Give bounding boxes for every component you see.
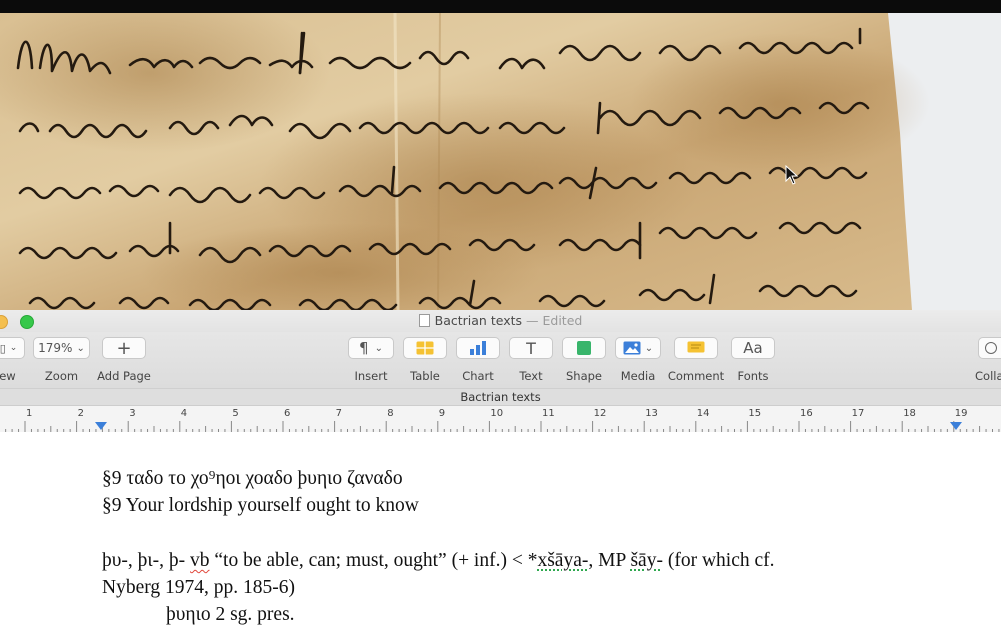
chevron-down-icon: ⌄ xyxy=(374,342,383,354)
document-icon xyxy=(418,314,430,327)
entry-reference: Nyberg 1974, pp. 185-6) xyxy=(102,577,295,598)
shape-label: Shape xyxy=(565,369,602,383)
ruler-number: 4 xyxy=(180,408,188,419)
media-label: Media xyxy=(620,369,656,383)
entry-pos: vb xyxy=(190,550,210,571)
ruler-number: 16 xyxy=(800,408,813,419)
media-icon xyxy=(623,341,641,355)
greek-line-9: §9 ταδο το χο⁹ηοι χοαδο þυηιο ζαναδο xyxy=(102,468,403,489)
manuscript-image xyxy=(0,13,1001,310)
edited-label: — Edited xyxy=(526,313,583,328)
zoom-select[interactable]: 179% ⌄ xyxy=(33,337,90,359)
entry-form: þυηιο 2 sg. pres. xyxy=(166,604,295,625)
mouse-pointer-icon xyxy=(785,165,799,185)
title-bar[interactable]: Bactrian texts — Edited xyxy=(0,310,1001,332)
add-page-button[interactable]: + xyxy=(102,337,146,359)
comment-button[interactable] xyxy=(674,337,718,359)
table-label: Table xyxy=(410,369,440,383)
entry-definition: “to be able, can; must, ought” (+ inf.) … xyxy=(209,550,538,571)
document-title-bar: Bactrian texts xyxy=(0,388,1001,406)
table-button[interactable] xyxy=(403,337,447,359)
window-title-text: Bactrian texts xyxy=(434,313,523,328)
shape-button[interactable] xyxy=(562,337,606,359)
ruler-number: 2 xyxy=(77,408,84,419)
entry-mp-form: šāy- xyxy=(630,550,663,571)
ruler-number: 11 xyxy=(542,408,555,419)
text-label: Text xyxy=(519,369,543,383)
ruler-number: 8 xyxy=(387,408,394,419)
zoom-label: Zoom xyxy=(44,369,79,383)
chevron-down-icon: ⌄ xyxy=(9,343,18,353)
collaborate-label: Colla xyxy=(975,369,1001,383)
ruler-number: 18 xyxy=(903,408,916,419)
chevron-down-icon: ⌄ xyxy=(644,342,654,354)
parchment-graphic xyxy=(0,13,1001,310)
screen-top-bar xyxy=(0,0,1001,13)
insert-button[interactable]: ¶ ⌄ xyxy=(348,337,394,359)
fonts-button[interactable]: Aa xyxy=(731,337,775,359)
window-title: Bactrian texts — Edited xyxy=(0,313,1001,328)
document-title: Bactrian texts xyxy=(460,390,541,404)
chart-icon xyxy=(470,341,486,355)
view-icon: ▯ xyxy=(0,341,6,355)
paragraph-icon: ¶ xyxy=(359,339,369,357)
view-label: iew xyxy=(0,369,16,383)
english-line-9: §9 Your lordship yourself ought to know xyxy=(102,495,419,516)
collaborate-button[interactable] xyxy=(978,337,1001,359)
ruler-number: 17 xyxy=(851,408,865,419)
dictionary-entry-head: þυ-, þι-, þ- vb “to be able, can; must, … xyxy=(102,550,775,572)
fonts-label: Fonts xyxy=(737,369,769,383)
chart-label: Chart xyxy=(462,369,494,383)
ruler-number: 19 xyxy=(954,408,968,419)
comment-icon xyxy=(687,341,705,353)
entry-cf: (for which cf. xyxy=(662,550,775,571)
ruler[interactable]: 1 2 3 4 5 6 7 8 9 10 11 12 13 14 15 16 17 18 19 xyxy=(0,405,1001,433)
chart-button[interactable] xyxy=(456,337,500,359)
ruler-number: 7 xyxy=(335,408,342,419)
media-button[interactable]: ⌄ xyxy=(615,337,661,359)
ruler-number: 3 xyxy=(129,408,136,419)
add-page-label: Add Page xyxy=(97,369,151,383)
shape-icon xyxy=(577,341,591,355)
plus-icon: + xyxy=(116,337,132,359)
fonts-icon: Aa xyxy=(743,339,763,357)
entry-etymon: xšāya- xyxy=(537,550,589,571)
entry-lemma: þυ-, þι-, þ- xyxy=(102,550,191,571)
ruler-number: 6 xyxy=(284,408,291,419)
insert-label: Insert xyxy=(354,369,388,383)
ruler-number: 10 xyxy=(490,408,504,419)
ruler-number: 9 xyxy=(438,408,446,419)
entry-mp-label: , MP xyxy=(588,550,631,571)
ruler-number: 12 xyxy=(593,408,607,419)
table-icon xyxy=(416,341,434,355)
ruler-number: 15 xyxy=(748,408,762,419)
ruler-number: 5 xyxy=(232,408,239,419)
chevron-down-icon: ⌄ xyxy=(76,342,85,354)
left-indent-marker-icon[interactable] xyxy=(95,422,107,431)
ruler-number: 13 xyxy=(645,408,658,419)
text-button[interactable]: T xyxy=(509,337,553,359)
zoom-value: 179% xyxy=(38,341,73,355)
ruler-number: 1 xyxy=(26,408,33,419)
comment-label: Comment xyxy=(667,369,725,383)
right-indent-marker-icon[interactable] xyxy=(950,422,962,431)
collaborate-icon xyxy=(985,342,997,354)
view-button[interactable]: ▯ ⌄ xyxy=(0,337,25,359)
ruler-number: 14 xyxy=(696,408,710,419)
toolbar: ▯ ⌄ iew 179% ⌄ Zoom + Add Page ¶ ⌄ Inser… xyxy=(0,332,1001,388)
document-body[interactable]: §9 ταδο το χο⁹ηοι χοαδο þυηιο ζαναδο §9 … xyxy=(0,432,1001,626)
text-icon: T xyxy=(526,338,536,358)
